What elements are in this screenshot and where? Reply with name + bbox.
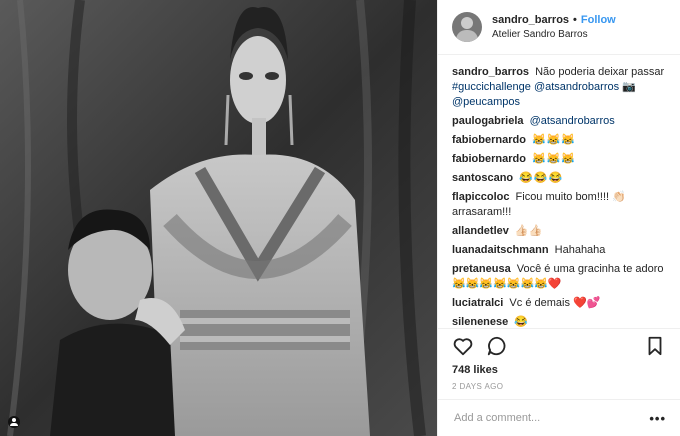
- comment-text: 😂😂😂: [519, 172, 564, 184]
- comment-username[interactable]: santoscano: [452, 172, 513, 184]
- post-header: sandro_barros • Follow Atelier Sandro Barr…: [438, 0, 680, 55]
- comment-username[interactable]: luanadaitschmann: [452, 244, 549, 256]
- comment-username[interactable]: allandetlev: [452, 225, 509, 237]
- comment: silenenese 😂: [452, 315, 666, 328]
- comment-username[interactable]: silenenese: [452, 316, 508, 328]
- comment: allandetlev 👍🏻👍🏻: [452, 224, 666, 239]
- avatar[interactable]: [452, 12, 482, 42]
- comment-text: Hahahaha: [554, 244, 606, 256]
- user-tag-icon[interactable]: [8, 416, 20, 428]
- post-sidebar: sandro_barros • Follow Atelier Sandro Barr…: [437, 0, 680, 436]
- comment: fabiobernardo 😹😹😹: [452, 152, 666, 167]
- photo-illustration: [0, 0, 437, 436]
- caption-hashtag[interactable]: #guccichallenge: [452, 81, 531, 93]
- comment-username[interactable]: fabiobernardo: [452, 134, 526, 146]
- comment-username[interactable]: paulogabriela: [452, 115, 524, 127]
- comment: pretaneusa Você é uma gracinha te adoro …: [452, 262, 666, 292]
- post-timestamp[interactable]: 2 DAYS AGO: [438, 376, 680, 400]
- comments-list[interactable]: sandro_barros Não poderia deixar passar …: [438, 55, 680, 328]
- add-comment-bar: •••: [438, 400, 680, 436]
- comment-text: 😹😹😹: [532, 153, 577, 165]
- camera-emoji: 📷: [622, 81, 636, 93]
- comment: flapiccoloc Ficou muito bom!!!! 👏🏻 arras…: [452, 190, 666, 220]
- comment-text[interactable]: @atsandrobarros: [530, 115, 615, 127]
- comment-text: 😂: [514, 316, 529, 328]
- caption-text: Não poderia deixar passar: [535, 66, 665, 78]
- bookmark-icon[interactable]: [644, 335, 666, 357]
- caption: sandro_barros Não poderia deixar passar …: [452, 65, 666, 110]
- comment: luciatralci Vc é demais ❤️💕: [452, 296, 666, 311]
- caption-mention[interactable]: @atsandrobarros: [534, 81, 619, 93]
- location-link[interactable]: Atelier Sandro Barros: [492, 29, 616, 40]
- comment-text: 👍🏻👍🏻: [514, 225, 543, 237]
- caption-username[interactable]: sandro_barros: [452, 66, 529, 78]
- header-top-row: sandro_barros • Follow: [492, 14, 616, 26]
- action-bar: [438, 328, 680, 362]
- comment: fabiobernardo 😹😹😹: [452, 133, 666, 148]
- more-options-icon[interactable]: •••: [649, 411, 666, 426]
- header-username[interactable]: sandro_barros: [492, 14, 569, 26]
- comment-text: 😹😹😹: [532, 134, 577, 146]
- comment: paulogabriela @atsandrobarros: [452, 114, 666, 129]
- instagram-post: sandro_barros • Follow Atelier Sandro Barr…: [0, 0, 680, 436]
- heart-icon[interactable]: [452, 335, 474, 357]
- comment-username[interactable]: fabiobernardo: [452, 153, 526, 165]
- comment-text: Vc é demais ❤️💕: [509, 297, 601, 309]
- likes-count[interactable]: 748 likes: [438, 362, 680, 376]
- comment-input[interactable]: [452, 411, 650, 425]
- comment-username[interactable]: luciatralci: [452, 297, 503, 309]
- comment: luanadaitschmann Hahahaha: [452, 243, 666, 258]
- comment-icon[interactable]: [486, 335, 508, 357]
- caption-mention[interactable]: @peucampos: [452, 96, 520, 108]
- comment: santoscano 😂😂😂: [452, 171, 666, 186]
- follow-button[interactable]: Follow: [581, 14, 616, 26]
- post-photo[interactable]: [0, 0, 437, 436]
- comment-username[interactable]: flapiccoloc: [452, 191, 509, 203]
- separator-dot: •: [573, 14, 577, 26]
- header-text: sandro_barros • Follow Atelier Sandro Barr…: [492, 14, 616, 40]
- comment-username[interactable]: pretaneusa: [452, 263, 511, 275]
